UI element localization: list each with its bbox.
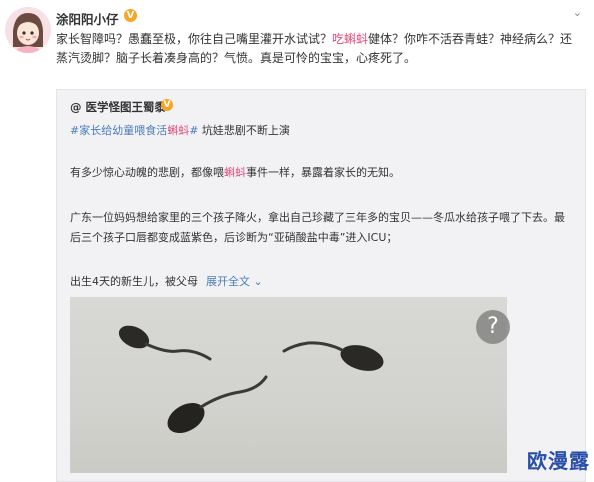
username[interactable]: 涂阳阳小仔 — [56, 9, 119, 28]
tadpole-illustration — [167, 375, 268, 434]
topic-tag-part: #家长给幼童喂食活 — [70, 124, 168, 137]
post-text: 家长智障吗？愚蠢至极，你往自己嘴里灌开水试试？吃蝌蚪健体？你咋不活吞青蛙？神经病… — [56, 30, 584, 68]
chevron-down-icon[interactable]: ⌄ — [573, 6, 582, 19]
tadpole-illustration — [118, 325, 212, 361]
paragraph-part: 事件一样，暴露着家长的无知。 — [246, 166, 400, 179]
watermark: 欧漫露 — [527, 449, 590, 473]
avatar[interactable] — [5, 7, 51, 53]
paragraph: 出生4天的新生儿，被父母 展开全文 ⌄ — [70, 273, 263, 289]
paragraph: 广东一位妈妈想给家里的三个孩子降火，拿出自己珍藏了三年多的宝贝——冬瓜水给孩子喂… — [70, 211, 565, 244]
chevron-down-icon: ⌄ — [253, 275, 263, 288]
post-photo[interactable]: ? — [70, 297, 510, 473]
paragraph-part: 出生4天的新生儿，被父母 — [70, 275, 198, 288]
topic-line: #家长给幼童喂食活蝌蚪# 坑娃悲剧不断上演 — [70, 122, 290, 138]
post-text-part: 家长智障吗？愚蠢至极，你往自己嘴里灌开水试试？ — [56, 32, 333, 46]
topic-tag[interactable]: #家长给幼童喂食活蝌蚪# — [70, 124, 198, 137]
help-icon[interactable]: ? — [476, 310, 510, 344]
quoted-author[interactable]: @ 医学怪图王蜀黍 — [70, 99, 166, 115]
tadpoles-image — [118, 325, 384, 434]
keyword-link[interactable]: 蝌蚪 — [224, 166, 246, 179]
keyword-link[interactable]: 吃蝌蚪 — [332, 32, 368, 46]
quoted-post: @ 医学怪图王蜀黍 V #家长给幼童喂食活蝌蚪# 坑娃悲剧不断上演 有多少惊心动… — [56, 89, 586, 482]
verified-badge-icon: V — [124, 9, 137, 22]
tagline-text: 坑娃悲剧不断上演 — [198, 124, 290, 137]
expand-full-text-link[interactable]: 展开全文 ⌄ — [206, 275, 263, 288]
tadpole-illustration — [282, 341, 384, 371]
topic-tag-keyword: 蝌蚪 — [167, 124, 190, 137]
verified-badge-icon: V — [161, 99, 173, 111]
expand-label: 展开全文 — [206, 275, 250, 288]
paragraph-part: 有多少惊心动魄的悲剧，都像喂 — [70, 166, 224, 179]
paragraph: 有多少惊心动魄的悲剧，都像喂蝌蚪事件一样，暴露着家长的无知。 — [70, 164, 400, 180]
